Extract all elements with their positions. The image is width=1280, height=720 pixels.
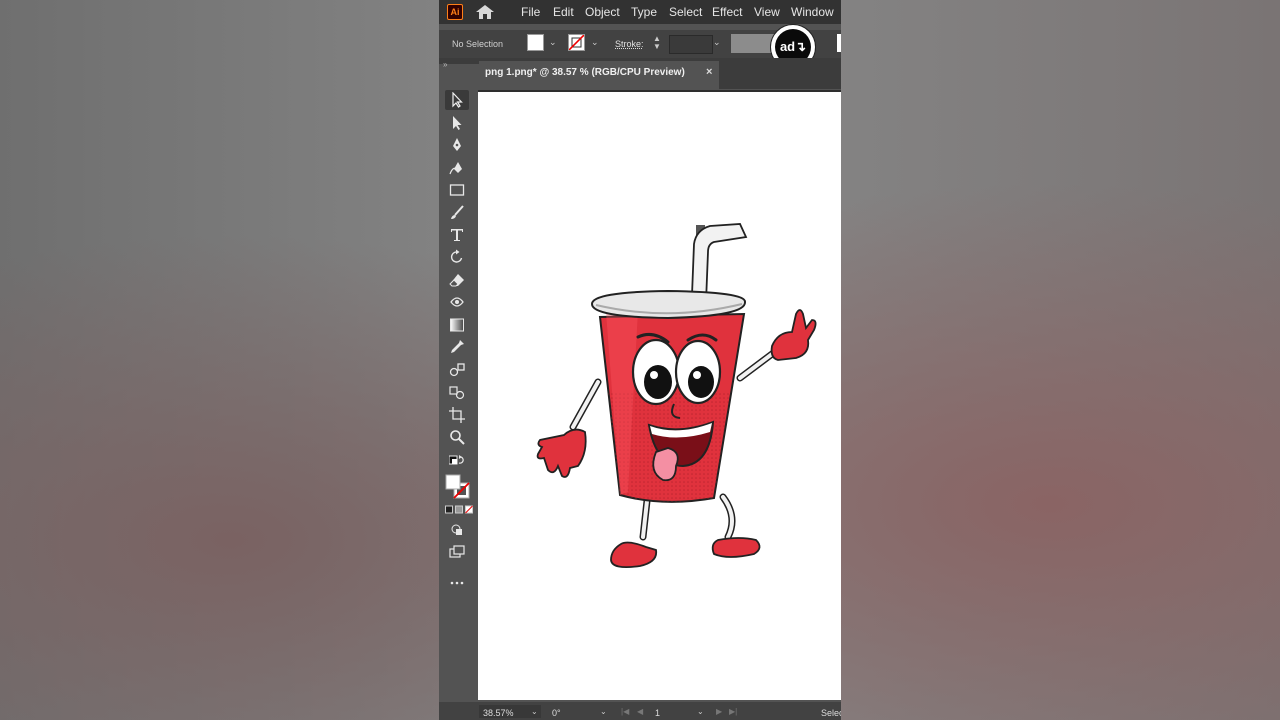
blend-tool[interactable] — [445, 360, 469, 380]
tools-panel — [441, 70, 475, 710]
eyedropper-tool[interactable] — [445, 337, 469, 357]
previous-artboard-icon[interactable]: ◀ — [637, 707, 643, 716]
rectangle-tool[interactable] — [445, 180, 469, 200]
blend-icon — [449, 363, 465, 377]
symbol-sprayer-tool[interactable] — [445, 382, 469, 402]
zoom-tool[interactable] — [445, 427, 469, 447]
chevron-down-icon[interactable]: ⌄ — [531, 707, 538, 716]
last-artboard-icon[interactable]: ▶| — [729, 707, 737, 716]
screen-mode[interactable] — [445, 542, 469, 562]
selection-status: No Selection — [452, 39, 504, 49]
selection-arrow-icon — [452, 92, 463, 108]
eraser-icon — [449, 274, 464, 287]
type-t-icon — [451, 229, 463, 241]
menu-file[interactable]: File — [521, 5, 540, 19]
eyedropper-icon — [451, 340, 464, 353]
pen-icon — [453, 138, 461, 151]
rotation-angle[interactable]: 0° — [552, 708, 561, 718]
chevron-down-icon[interactable]: ⌄ — [713, 37, 721, 48]
menu-effect[interactable]: Effect — [712, 5, 742, 19]
menu-edit[interactable]: Edit — [553, 5, 574, 19]
color-modes[interactable] — [445, 504, 473, 516]
menu-bar: Ai File Edit Object Type Select Effect View Win… — [439, 0, 841, 24]
paintbrush-tool[interactable] — [445, 203, 469, 223]
gradient-tool[interactable] — [445, 315, 469, 335]
status-text: Selec — [821, 708, 841, 718]
menu-type[interactable]: Type — [631, 5, 657, 19]
eraser-tool[interactable] — [445, 270, 469, 290]
default-colors-icon — [449, 455, 464, 465]
stroke-stepper-icon[interactable]: ▲ ▼ — [653, 35, 661, 51]
paintbrush-icon — [451, 205, 464, 219]
artboard[interactable] — [478, 92, 841, 700]
fill-stroke-swatches[interactable] — [445, 474, 470, 504]
curvature-pen-icon — [449, 162, 462, 175]
none-stroke-icon — [569, 35, 584, 50]
home-icon[interactable] — [475, 4, 495, 20]
stroke-label[interactable]: Stroke: — [615, 39, 644, 49]
default-colors[interactable] — [445, 452, 469, 472]
screen-mode-icon — [449, 545, 465, 558]
more-tools-icon — [450, 581, 464, 585]
app-logo[interactable]: Ai — [447, 4, 463, 20]
cup-mascot-illustration — [536, 223, 817, 569]
variable-width-profile[interactable] — [731, 34, 775, 53]
artboard-tool[interactable] — [445, 405, 469, 425]
drawing-modes[interactable] — [445, 520, 469, 540]
next-artboard-icon[interactable]: ▶ — [716, 707, 722, 716]
width-tool[interactable] — [445, 292, 469, 312]
stroke-weight-field[interactable] — [669, 35, 713, 54]
document-tab[interactable]: png 1.png* @ 38.57 % (RGB/CPU Preview) × — [479, 61, 719, 89]
color-mode-icons — [445, 505, 473, 514]
chevron-down-icon[interactable]: ⌄ — [697, 707, 704, 716]
close-icon[interactable]: × — [706, 66, 712, 78]
stroke-swatch[interactable] — [568, 34, 585, 51]
zoom-magnifier-icon — [450, 430, 465, 445]
symbol-sprayer-icon — [449, 386, 465, 400]
type-tool[interactable] — [445, 225, 469, 245]
collapse-panel-icon[interactable]: » — [443, 60, 447, 69]
artboard-icon — [449, 407, 465, 423]
draw-normal-icon — [451, 524, 462, 535]
width-tool-icon — [450, 297, 464, 307]
chevron-down-icon[interactable]: ⌄ — [549, 37, 557, 48]
menu-object[interactable]: Object — [585, 5, 620, 19]
document-tab-title: png 1.png* @ 38.57 % (RGB/CPU Preview) — [485, 67, 685, 78]
edit-toolbar[interactable] — [445, 572, 469, 592]
zoom-level: 38.57% — [483, 708, 514, 718]
gradient-icon — [450, 318, 464, 332]
status-bar: 38.57% ⌄ 0° ⌄ |◀ ◀ 1 ⌄ ▶ ▶| Selec — [439, 702, 841, 720]
menu-window[interactable]: Window — [791, 5, 834, 19]
control-bar-edge — [837, 34, 841, 52]
illustrator-window: Ai File Edit Object Type Select Effect View Win… — [439, 0, 841, 720]
menu-select[interactable]: Select — [669, 5, 702, 19]
rotate-icon — [450, 249, 463, 263]
rotate-tool[interactable] — [445, 247, 469, 267]
direct-selection-tool[interactable] — [445, 113, 469, 133]
direct-selection-icon — [453, 116, 462, 130]
first-artboard-icon[interactable]: |◀ — [621, 707, 629, 716]
chevron-down-icon[interactable]: ⌄ — [600, 707, 607, 716]
selection-tool[interactable] — [445, 90, 469, 110]
chevron-down-icon[interactable]: ⌄ — [591, 37, 599, 48]
rectangle-icon — [449, 184, 465, 196]
fill-swatch[interactable] — [527, 34, 544, 51]
fill-stroke-icon — [445, 474, 470, 499]
document-tabs: png 1.png* @ 38.57 % (RGB/CPU Preview) × — [479, 61, 841, 89]
curvature-tool[interactable] — [445, 158, 469, 178]
artboard-number[interactable]: 1 — [655, 708, 660, 718]
menu-view[interactable]: View — [754, 5, 780, 19]
pen-tool[interactable] — [445, 135, 469, 155]
